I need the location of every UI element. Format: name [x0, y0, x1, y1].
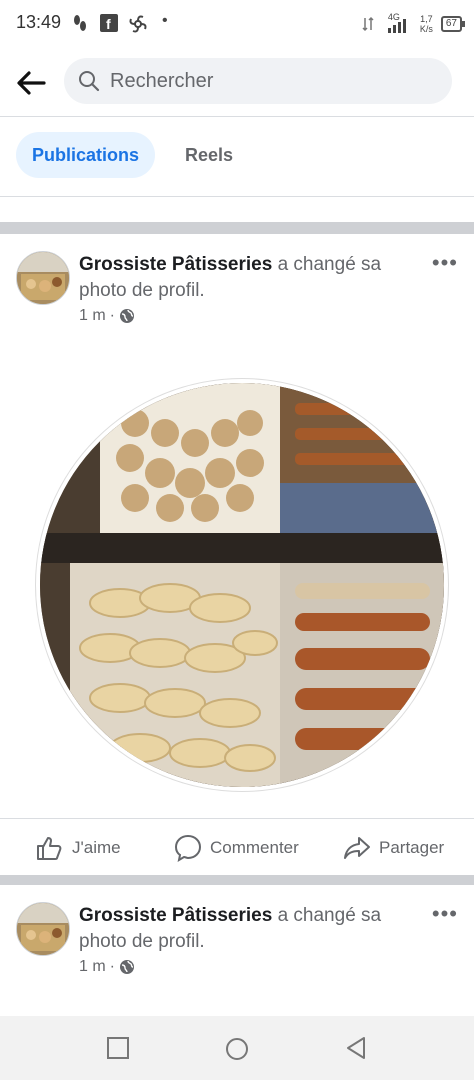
feed-separator [0, 875, 474, 885]
post-time[interactable]: 1 m [79, 307, 106, 325]
tab-bar: Publications Reels [0, 116, 474, 197]
speech-bubble-icon [174, 834, 202, 862]
svg-text:f: f [106, 16, 111, 32]
share-arrow-icon [344, 837, 370, 859]
post-header-text: Grossiste Pâtisseries a changé sa photo … [79, 252, 419, 304]
avatar[interactable] [16, 251, 70, 305]
status-bar: 13:49 f • 4G 1,7 K/s 67 [0, 0, 474, 48]
back-triangle-icon[interactable] [344, 1036, 368, 1060]
post-author[interactable]: Grossiste Pâtisseries [79, 254, 272, 275]
share-label: Partager [379, 838, 445, 857]
feed-separator [0, 222, 474, 234]
post-actions: J'aime Commenter Partager [0, 818, 474, 877]
like-label: J'aime [72, 838, 121, 857]
battery-icon: 67 [440, 16, 466, 32]
post-meta: 1 m · [79, 958, 135, 976]
recents-icon[interactable] [106, 1036, 130, 1060]
status-time: 13:49 [16, 12, 62, 32]
profile-photo[interactable] [36, 379, 448, 791]
more-options-button[interactable]: ••• [432, 250, 458, 276]
thumbs-up-icon [37, 837, 62, 860]
tab-publications[interactable]: Publications [16, 132, 156, 178]
data-arrows-icon [362, 16, 374, 32]
tab-reels[interactable]: Reels [169, 132, 249, 178]
search-input[interactable]: Rechercher [64, 58, 452, 104]
globe-icon [120, 960, 134, 974]
more-options-button[interactable]: ••• [432, 901, 458, 927]
signal-icon: 4G [382, 12, 412, 34]
net-speed: 1,7 K/s [419, 14, 433, 34]
arrow-left-icon[interactable] [14, 66, 48, 100]
share-button[interactable]: Partager [343, 831, 444, 865]
globe-icon [120, 309, 134, 323]
footsteps-icon [74, 15, 86, 31]
status-right: 4G 1,7 K/s 67 [362, 10, 466, 38]
notification-dot: • [162, 12, 168, 29]
home-icon[interactable] [224, 1036, 250, 1062]
comment-button[interactable]: Commenter [174, 831, 299, 865]
pinwheel-icon [129, 15, 147, 33]
post-time[interactable]: 1 m [79, 958, 106, 976]
search-placeholder: Rechercher [110, 70, 214, 92]
post-author[interactable]: Grossiste Pâtisseries [79, 905, 272, 926]
magnifier-icon [79, 71, 100, 92]
post-header-text: Grossiste Pâtisseries a changé sa photo … [79, 903, 419, 955]
system-nav-bar [0, 1016, 474, 1080]
avatar[interactable] [16, 902, 70, 956]
search-header: Rechercher [0, 48, 474, 117]
comment-label: Commenter [210, 838, 299, 857]
facebook-icon: f [100, 14, 118, 32]
post-meta: 1 m · [79, 307, 135, 325]
post-card: Grossiste Pâtisseries a changé sa photo … [0, 885, 474, 1015]
like-button[interactable]: J'aime [36, 831, 121, 865]
